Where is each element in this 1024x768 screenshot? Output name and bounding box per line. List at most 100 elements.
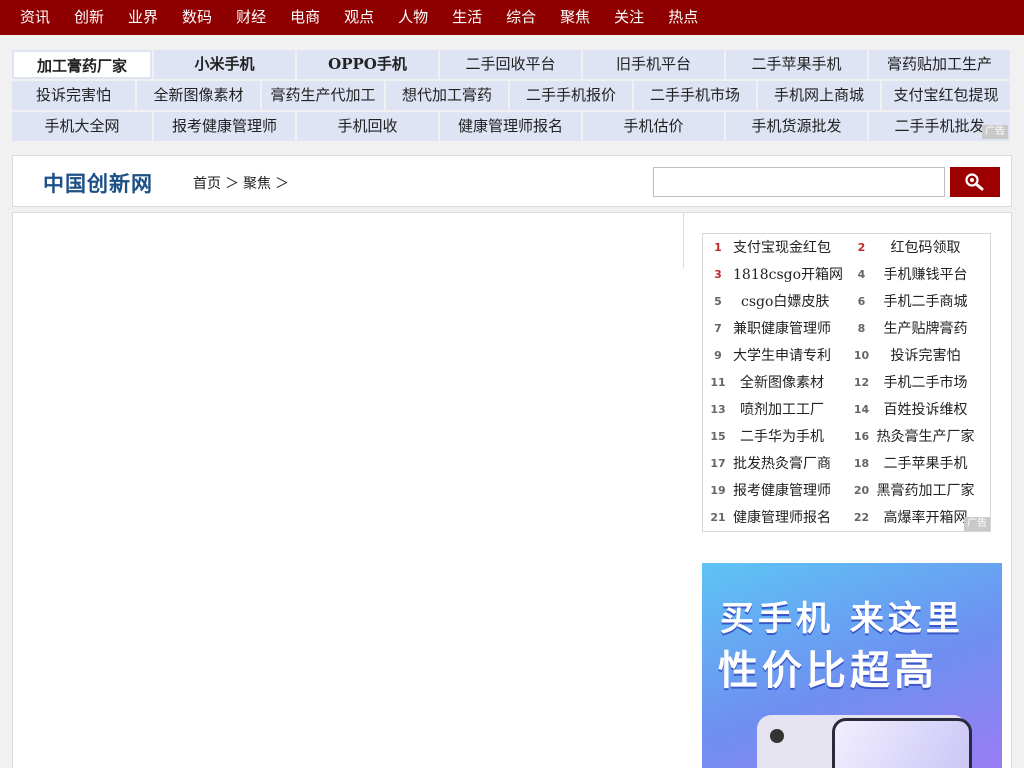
rank-text[interactable]: 二手华为手机 (733, 426, 847, 448)
rank-text[interactable]: 全新图像素材 (733, 372, 847, 394)
nav-item-innovation[interactable]: 创新 (62, 0, 116, 35)
link-cell[interactable]: 手机回收 (297, 112, 438, 141)
ad-link-grid: 加工膏药厂家 小米手机 OPPO手机 二手回收平台 旧手机平台 二手苹果手机 膏… (12, 50, 1010, 143)
rank-number: 11 (710, 375, 726, 389)
link-cell[interactable]: 报考健康管理师 (154, 112, 295, 141)
phone-image (832, 718, 972, 768)
rank-number: 12 (853, 375, 870, 389)
nav-item-news[interactable]: 资讯 (8, 0, 62, 35)
rank-text[interactable]: 红包码领取 (877, 237, 991, 259)
list-item[interactable]: 10 投诉完害怕 (847, 342, 991, 369)
nav-item-life[interactable]: 生活 (440, 0, 494, 35)
rank-text[interactable]: 生产贴牌膏药 (877, 318, 991, 340)
rank-text[interactable]: 报考健康管理师 (733, 480, 847, 502)
list-item[interactable]: 4 手机赚钱平台 (847, 261, 991, 288)
rank-text[interactable]: csgo白嫖皮肤 (733, 291, 847, 313)
list-item[interactable]: 12 手机二手市场 (847, 369, 991, 396)
rank-text[interactable]: 支付宝现金红包 (733, 237, 847, 259)
search-button[interactable] (950, 167, 1000, 197)
list-item[interactable]: 7 兼职健康管理师 (703, 315, 847, 342)
rank-number: 8 (857, 321, 866, 335)
rank-number: 16 (853, 429, 870, 443)
list-item[interactable]: 14 百姓投诉维权 (847, 396, 991, 423)
rank-text[interactable]: 喷剂加工工厂 (733, 399, 847, 421)
ad-label: 广告 (964, 517, 990, 531)
nav-item-digital[interactable]: 数码 (170, 0, 224, 35)
list-item[interactable]: 5 csgo白嫖皮肤 (703, 288, 847, 315)
list-item[interactable]: 13 喷剂加工工厂 (703, 396, 847, 423)
rank-text[interactable]: 手机赚钱平台 (877, 264, 991, 286)
rank-number: 13 (710, 402, 726, 416)
list-item[interactable]: 1 支付宝现金红包 (703, 234, 847, 261)
rank-text[interactable]: 1818csgo开箱网 (733, 264, 847, 286)
link-cell[interactable]: 健康管理师报名 (440, 112, 581, 141)
list-item[interactable]: 6 手机二手商城 (847, 288, 991, 315)
link-cell[interactable]: 小米手机 (154, 50, 295, 79)
list-item[interactable]: 8 生产贴牌膏药 (847, 315, 991, 342)
phone-ad-banner[interactable]: 买手机 来这里 性价比超高 (702, 563, 1002, 768)
nav-item-industry[interactable]: 业界 (116, 0, 170, 35)
link-cell[interactable]: 旧手机平台 (583, 50, 724, 79)
rank-text[interactable]: 黑膏药加工厂家 (877, 480, 991, 502)
rank-number: 15 (710, 429, 726, 443)
rank-text[interactable]: 手机二手市场 (877, 372, 991, 394)
main-content: 1 支付宝现金红包 2 红包码领取 3 1818csgo开箱网 4 手机赚钱平台 5 cs… (12, 212, 1012, 768)
list-item[interactable]: 21 健康管理师报名 (703, 504, 847, 531)
rank-text[interactable]: 手机二手商城 (877, 291, 991, 313)
nav-item-focus[interactable]: 聚焦 (548, 0, 602, 35)
rank-text[interactable]: 兼职健康管理师 (733, 318, 847, 340)
rank-number: 4 (857, 267, 866, 281)
link-cell[interactable]: 膏药生产代加工 (262, 81, 384, 110)
link-cell[interactable]: 手机大全网 (12, 112, 152, 141)
rank-number: 22 (853, 510, 870, 524)
rank-text[interactable]: 健康管理师报名 (733, 507, 847, 529)
link-cell[interactable]: 二手手机报价 (510, 81, 632, 110)
list-item[interactable]: 19 报考健康管理师 (703, 477, 847, 504)
breadcrumb-separator: ＞ (275, 176, 289, 192)
link-cell[interactable]: 膏药贴加工生产 (869, 50, 1010, 79)
link-cell[interactable]: 二手手机市场 (634, 81, 756, 110)
list-item[interactable]: 3 1818csgo开箱网 (703, 261, 847, 288)
site-logo[interactable]: 中国创新网 (43, 168, 153, 198)
rank-number: 17 (710, 456, 726, 470)
list-item[interactable]: 2 红包码领取 (847, 234, 991, 261)
rank-number: 19 (710, 483, 726, 497)
rank-text[interactable]: 百姓投诉维权 (877, 399, 991, 421)
list-item[interactable]: 17 批发热灸膏厂商 (703, 450, 847, 477)
list-item[interactable]: 16 热灸膏生产厂家 (847, 423, 991, 450)
link-cell[interactable]: 二手苹果手机 (726, 50, 867, 79)
nav-item-attention[interactable]: 关注 (602, 0, 656, 35)
rank-number: 9 (714, 348, 722, 362)
nav-item-finance[interactable]: 财经 (224, 0, 278, 35)
link-cell[interactable]: 全新图像素材 (137, 81, 260, 110)
nav-item-hot[interactable]: 热点 (656, 0, 710, 35)
link-cell[interactable]: 二手回收平台 (440, 50, 581, 79)
link-cell[interactable]: 手机货源批发 (726, 112, 867, 141)
link-cell[interactable]: 投诉完害怕 (12, 81, 135, 110)
nav-item-general[interactable]: 综合 (494, 0, 548, 35)
link-cell[interactable]: 加工膏药厂家 (12, 50, 152, 79)
rank-text[interactable]: 大学生申请专利 (733, 345, 847, 367)
list-item[interactable]: 15 二手华为手机 (703, 423, 847, 450)
link-cell[interactable]: 想代加工膏药 (386, 81, 508, 110)
breadcrumb-home[interactable]: 首页 (193, 176, 221, 192)
list-item[interactable]: 20 黑膏药加工厂家 (847, 477, 991, 504)
rank-text[interactable]: 热灸膏生产厂家 (877, 426, 991, 448)
list-item[interactable]: 18 二手苹果手机 (847, 450, 991, 477)
rank-text[interactable]: 二手苹果手机 (877, 453, 991, 475)
link-cell[interactable]: 手机网上商城 (758, 81, 880, 110)
search-input[interactable] (653, 167, 945, 197)
list-item[interactable]: 9 大学生申请专利 (703, 342, 847, 369)
rank-text[interactable]: 投诉完害怕 (877, 345, 991, 367)
breadcrumb-focus[interactable]: 聚焦 (243, 176, 271, 192)
nav-item-opinion[interactable]: 观点 (332, 0, 386, 35)
rank-text[interactable]: 批发热灸膏厂商 (733, 453, 847, 475)
hot-ranking-list: 1 支付宝现金红包 2 红包码领取 3 1818csgo开箱网 4 手机赚钱平台 5 cs… (702, 233, 991, 532)
rank-number: 10 (853, 348, 870, 362)
nav-item-ecommerce[interactable]: 电商 (278, 0, 332, 35)
nav-item-people[interactable]: 人物 (386, 0, 440, 35)
link-cell[interactable]: 手机估价 (583, 112, 724, 141)
list-item[interactable]: 11 全新图像素材 (703, 369, 847, 396)
link-cell[interactable]: 支付宝红包提现 (882, 81, 1010, 110)
link-cell[interactable]: OPPO手机 (297, 50, 438, 79)
